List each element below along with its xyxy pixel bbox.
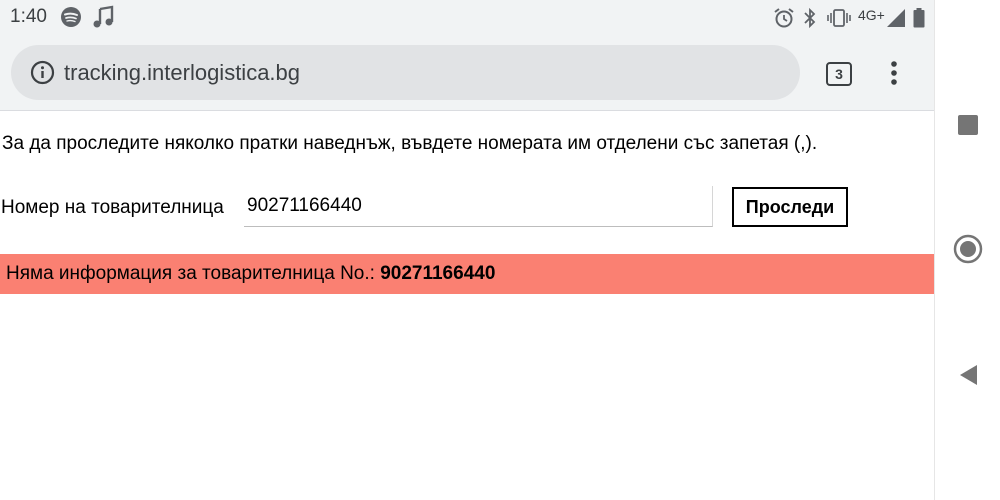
status-time: 1:40 bbox=[10, 6, 47, 27]
alert-message: Няма информация за товарителница No.: bbox=[6, 263, 375, 284]
waybill-number-input[interactable] bbox=[244, 186, 713, 227]
alert-waybill-number: 90271166440 bbox=[380, 263, 496, 284]
alarm-icon bbox=[773, 7, 795, 29]
no-info-alert: Няма информация за товарителница No.: 90… bbox=[0, 254, 934, 294]
vibrate-icon bbox=[826, 7, 852, 29]
music-note-icon bbox=[92, 5, 114, 29]
back-icon[interactable] bbox=[953, 360, 983, 390]
address-bar[interactable]: tracking.interlogistica.bg bbox=[11, 45, 800, 100]
browser-toolbar: tracking.interlogistica.bg 3 bbox=[0, 34, 934, 111]
instruction-text: За да проследите няколко пратки наведнъж… bbox=[2, 133, 818, 154]
signal-icon bbox=[886, 8, 906, 28]
recents-icon[interactable] bbox=[953, 110, 983, 140]
home-icon[interactable] bbox=[953, 234, 983, 264]
waybill-number-label: Номер на товарителница bbox=[1, 197, 224, 218]
alert-text: Няма информация за товарителница No.: 90… bbox=[6, 263, 495, 285]
bluetooth-icon bbox=[801, 7, 819, 29]
status-bar: 1:40 4G+ bbox=[0, 0, 934, 34]
info-icon[interactable] bbox=[30, 60, 55, 85]
url-text[interactable]: tracking.interlogistica.bg bbox=[64, 60, 300, 86]
overflow-menu-icon[interactable] bbox=[884, 60, 904, 88]
android-nav-bar bbox=[934, 0, 1000, 500]
network-type-label: 4G+ bbox=[858, 7, 885, 23]
spotify-icon bbox=[60, 6, 82, 28]
track-button[interactable]: Проследи bbox=[732, 187, 848, 227]
tab-switcher-button[interactable]: 3 bbox=[826, 62, 852, 86]
battery-icon bbox=[913, 8, 925, 28]
